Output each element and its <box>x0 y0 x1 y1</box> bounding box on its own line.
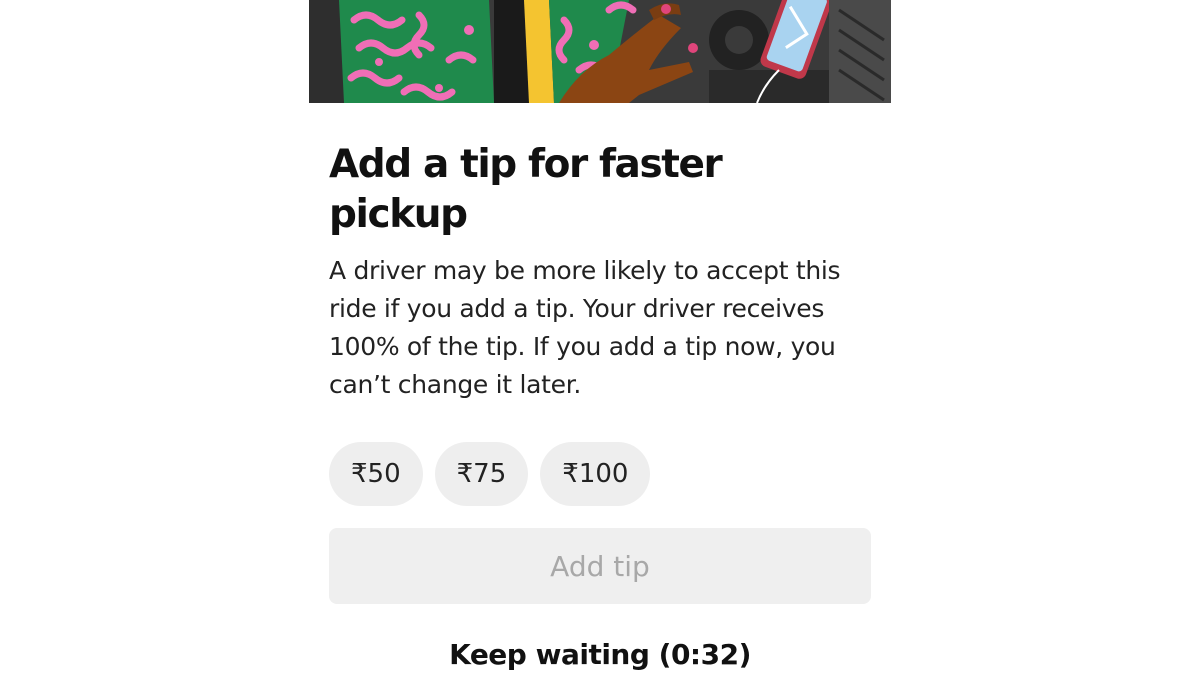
tip-option-75[interactable]: ₹75 <box>434 442 529 506</box>
tip-amount-options: ₹50 ₹75 ₹100 <box>329 442 651 506</box>
hero-illustration <box>309 0 891 103</box>
driver-illustration-image <box>309 0 891 103</box>
tip-option-100[interactable]: ₹100 <box>540 442 651 506</box>
page-title: Add a tip for faster pickup <box>329 142 723 237</box>
screen: Add a tip for faster pickup A driver may… <box>0 0 1200 675</box>
tip-sheet: Add a tip for faster pickup A driver may… <box>309 0 891 675</box>
tip-content: Add a tip for faster pickup A driver may… <box>329 140 871 404</box>
add-tip-button[interactable]: Add tip <box>329 528 871 604</box>
tip-option-50[interactable]: ₹50 <box>329 442 423 506</box>
tip-description: A driver may be more likely to accept th… <box>329 256 841 399</box>
keep-waiting-button[interactable]: Keep waiting (0:32) <box>309 632 891 675</box>
